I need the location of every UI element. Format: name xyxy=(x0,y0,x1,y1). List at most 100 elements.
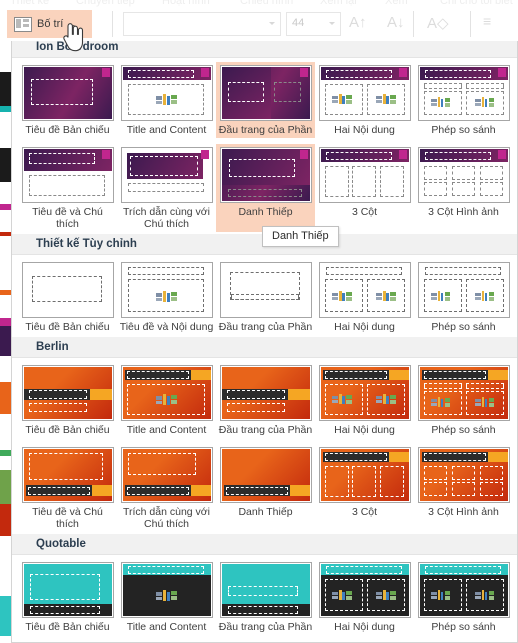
ribbon-tab-design[interactable]: Thiết kế xyxy=(10,0,49,7)
layout-thumbnail[interactable] xyxy=(417,365,510,421)
layout-item[interactable]: Đầu trang của Phần xyxy=(216,559,315,635)
layout-item[interactable]: Trích dẫn cùng với Chú thích xyxy=(117,144,216,232)
ribbon-tab-slideshow[interactable]: Chiếu hình xyxy=(240,0,293,7)
layout-item[interactable]: Tiêu đề và Nội dung xyxy=(117,259,216,335)
ribbon-tab-review[interactable]: Xem lại xyxy=(320,0,357,7)
layout-thumbnail[interactable] xyxy=(318,65,411,121)
ribbon-tab-bar[interactable]: Thiết kế Chuyển tiếp Hoạt hình Chiếu hìn… xyxy=(0,0,518,9)
ribbon-tab-animation[interactable]: Hoạt hình xyxy=(162,0,210,7)
slide-thumbnail-strip[interactable] xyxy=(0,0,11,643)
layout-item[interactable]: Phép so sánh xyxy=(414,362,513,438)
ribbon-tab-tellme[interactable]: Chỉ cho tôi biết xyxy=(440,0,513,7)
layout-thumbnail[interactable] xyxy=(120,562,213,618)
slide-thumb[interactable] xyxy=(0,232,11,236)
decrease-font-size-icon[interactable]: A↓ xyxy=(387,14,405,31)
slide-thumb[interactable] xyxy=(0,596,11,636)
slide-thumb[interactable] xyxy=(0,470,11,504)
slide-thumb[interactable] xyxy=(0,326,11,356)
layout-thumbnail[interactable] xyxy=(219,65,312,121)
layout-thumbnail[interactable] xyxy=(120,147,213,203)
layout-item[interactable]: Tiêu đề Bản chiếu xyxy=(18,362,117,438)
layout-thumbnail[interactable] xyxy=(318,365,411,421)
clear-formatting-icon[interactable]: A◇ xyxy=(427,14,449,32)
slide-thumb[interactable] xyxy=(0,290,11,295)
slide-thumb[interactable] xyxy=(0,106,11,112)
layout-item[interactable]: Trích dẫn cùng với Chú thích xyxy=(117,444,216,532)
layout-thumbnail[interactable] xyxy=(120,65,213,121)
chevron-down-icon[interactable] xyxy=(269,22,275,25)
layout-gallery-dropdown[interactable]: Ion Boardroom Tiêu đề Bản chiếu Title and … xyxy=(11,37,518,643)
placeholder-box xyxy=(423,466,447,480)
layout-thumbnail[interactable] xyxy=(318,147,411,203)
layout-item[interactable]: Phép so sánh xyxy=(414,62,513,138)
layout-item[interactable]: Phép so sánh xyxy=(414,559,513,635)
layout-thumbnail[interactable] xyxy=(219,365,312,421)
layout-thumbnail[interactable] xyxy=(318,447,411,503)
layout-item[interactable]: Hai Nội dung xyxy=(315,62,414,138)
slide-thumb[interactable] xyxy=(0,72,11,106)
placeholder-box xyxy=(324,371,387,379)
ribbon-tab-view[interactable]: Xem xyxy=(385,0,408,7)
layout-item[interactable]: Hai Nội dung xyxy=(315,362,414,438)
layout-item[interactable]: Tiêu đề và Chú thích xyxy=(18,144,117,232)
placeholder-box xyxy=(423,383,462,389)
layout-thumbnail[interactable] xyxy=(120,365,213,421)
thumb-background xyxy=(289,485,310,496)
layout-thumbnail[interactable] xyxy=(417,562,510,618)
slide-thumb[interactable] xyxy=(0,382,11,414)
bullet-list-icon[interactable]: ≡ xyxy=(483,13,491,29)
slide-thumb[interactable] xyxy=(0,148,11,182)
font-size-input[interactable]: 44 xyxy=(286,12,341,36)
layout-item[interactable]: Tiêu đề và Chú thích xyxy=(18,444,117,532)
layout-thumbnail[interactable] xyxy=(219,262,312,318)
layout-thumbnail[interactable] xyxy=(219,147,312,203)
placeholder-box xyxy=(30,79,93,105)
layout-thumbnail[interactable] xyxy=(120,262,213,318)
font-name-input[interactable] xyxy=(123,12,281,36)
layout-item[interactable]: Danh Thiếp xyxy=(216,144,315,232)
layout-thumbnail[interactable] xyxy=(21,147,114,203)
layout-item[interactable]: Title and Content xyxy=(117,559,216,635)
layout-thumbnail[interactable] xyxy=(21,65,114,121)
slide-thumb[interactable] xyxy=(0,504,11,536)
layout-thumbnail[interactable] xyxy=(417,447,510,503)
layout-thumbnail[interactable] xyxy=(318,562,411,618)
layout-item[interactable]: Phép so sánh xyxy=(414,259,513,335)
layout-item[interactable]: Title and Content xyxy=(117,62,216,138)
layout-thumbnail[interactable] xyxy=(219,562,312,618)
layout-item[interactable]: Đầu trang của Phần xyxy=(216,259,315,335)
layout-item[interactable]: Hai Nội dung xyxy=(315,559,414,635)
layout-item[interactable]: Đầu trang của Phần xyxy=(216,62,315,138)
layout-button[interactable]: Bố trí xyxy=(7,10,92,38)
slide-thumb[interactable] xyxy=(0,450,11,456)
layout-thumbnail[interactable] xyxy=(120,447,213,503)
layout-item[interactable]: Đầu trang của Phần xyxy=(216,362,315,438)
layout-thumbnail[interactable] xyxy=(318,262,411,318)
placeholder-box xyxy=(28,153,95,164)
layout-item[interactable]: Danh Thiếp xyxy=(216,444,315,532)
increase-font-size-icon[interactable]: A↑ xyxy=(349,14,367,31)
layout-item[interactable]: Tiêu đề Bản chiếu xyxy=(18,62,117,138)
layout-thumbnail[interactable] xyxy=(21,447,114,503)
ribbon-tab-transition[interactable]: Chuyển tiếp xyxy=(76,0,135,7)
layout-thumbnail[interactable] xyxy=(219,447,312,503)
layout-thumbnail[interactable] xyxy=(417,65,510,121)
layout-item[interactable]: Hai Nội dung xyxy=(315,259,414,335)
layout-item[interactable]: Tiêu đề Bản chiếu xyxy=(18,259,117,335)
layout-thumbnail[interactable] xyxy=(417,147,510,203)
layout-item[interactable]: Title and Content xyxy=(117,362,216,438)
layout-thumbnail[interactable] xyxy=(21,562,114,618)
chevron-down-icon[interactable] xyxy=(329,22,335,25)
layout-thumbnail[interactable] xyxy=(417,262,510,318)
placeholder-box xyxy=(28,175,105,196)
layout-item[interactable]: 3 Cột Hình ảnh xyxy=(414,444,513,532)
layout-thumbnail[interactable] xyxy=(21,262,114,318)
layout-thumbnail[interactable] xyxy=(21,365,114,421)
layout-item[interactable]: 3 Cột xyxy=(315,444,414,532)
slide-thumb[interactable] xyxy=(0,318,11,326)
layout-item[interactable]: 3 Cột Hình ảnh xyxy=(414,144,513,232)
layout-item[interactable]: 3 Cột xyxy=(315,144,414,232)
slide-thumb[interactable] xyxy=(0,182,11,204)
slide-thumb[interactable] xyxy=(0,204,11,210)
layout-item[interactable]: Tiêu đề Bản chiếu xyxy=(18,559,117,635)
